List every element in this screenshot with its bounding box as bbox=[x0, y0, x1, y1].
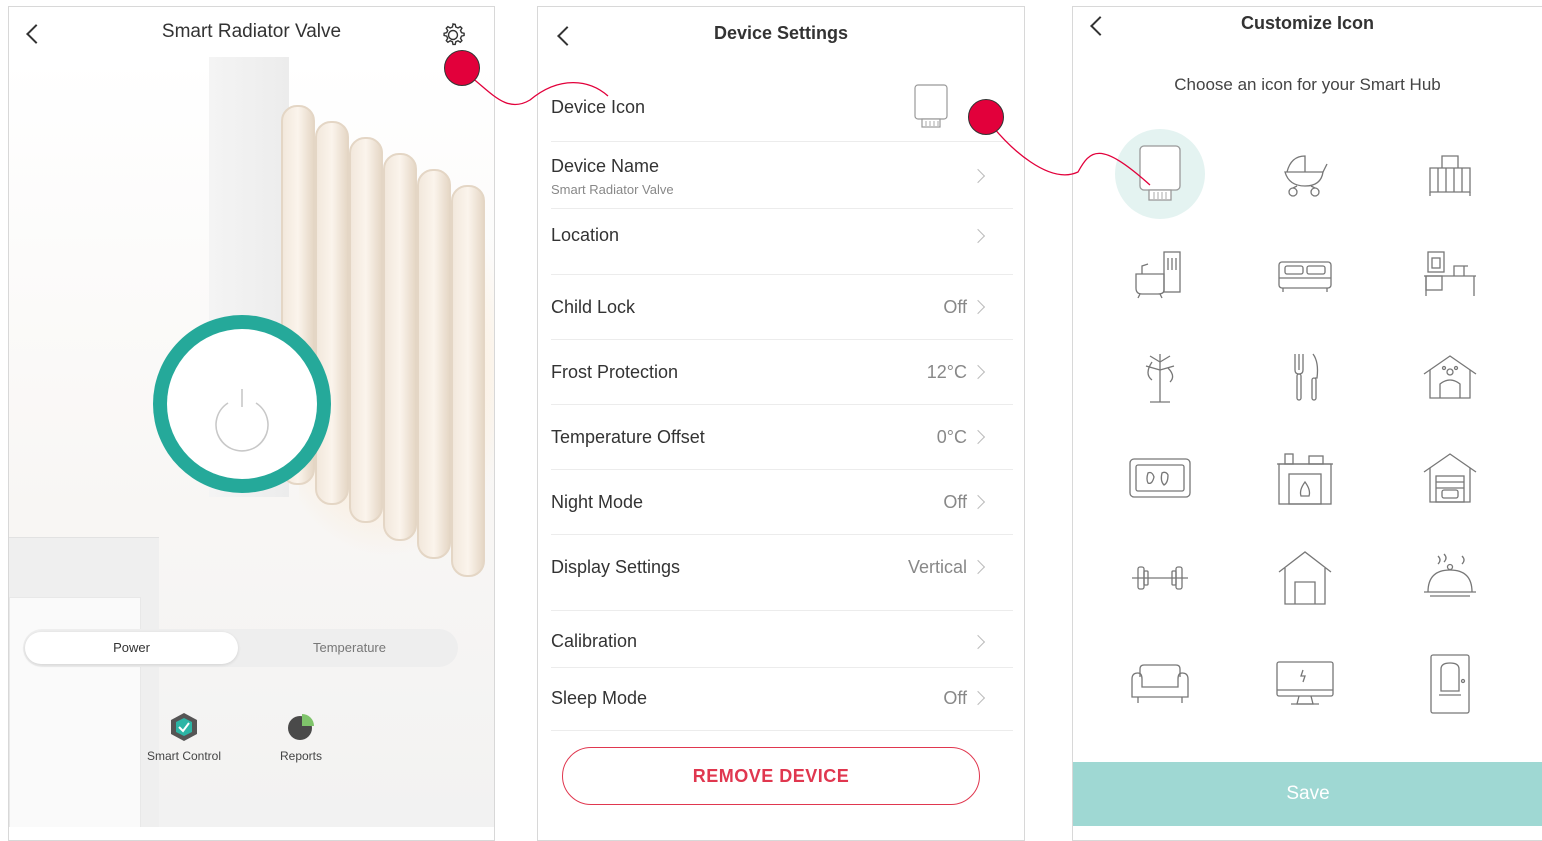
annotation-marker bbox=[444, 50, 480, 86]
annotation-marker bbox=[968, 99, 1004, 135]
annotation-connectors bbox=[461, 69, 1151, 186]
